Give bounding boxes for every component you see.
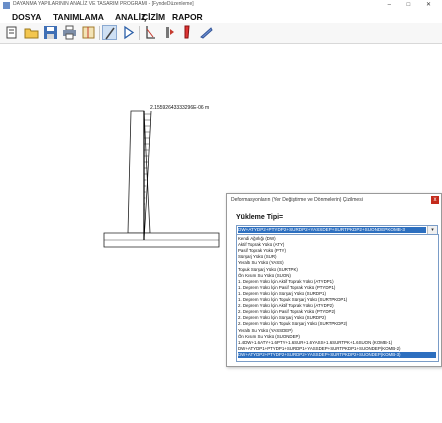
list-item[interactable]: Yeraltı Su Yükü (YASS) <box>238 260 436 266</box>
list-item[interactable]: Ön Kısım Su Yükü (SUONDEP) <box>238 334 436 340</box>
play-icon[interactable] <box>121 25 136 40</box>
menu-bar: DOSYA TANIMLAMA ANALİZ ÇİZİM RAPOR <box>0 11 442 23</box>
deformation-dialog: Deformasyonların (Yer Değiştirme ve Dönm… <box>226 193 442 367</box>
load-type-label: Yükleme Tipi= <box>236 214 284 221</box>
drawing-icon[interactable] <box>199 25 214 40</box>
print-icon[interactable] <box>62 25 77 40</box>
window-title: DAYANMA YAPILARININ ANALİZ VE TASARIM PR… <box>13 1 194 7</box>
open-folder-icon[interactable] <box>24 25 39 40</box>
menu-cizim[interactable]: ÇİZİM <box>142 12 165 22</box>
list-item[interactable]: 1. Deprem Yükü İçin Topuk Sürşarj Yükü (… <box>238 297 436 303</box>
deformation-label: 2.15592643333296E-06 m <box>150 105 209 111</box>
select-pointer-icon[interactable] <box>102 25 117 40</box>
list-item[interactable]: 1.4DW+1.6ATY+1.6PTY+1.6SUR+1.6YASS+1.6SU… <box>238 340 436 346</box>
list-item[interactable]: Topuk Sürşarj Yükü (SURTPK) <box>238 267 436 273</box>
wall-stem <box>127 110 151 234</box>
menu-rapor[interactable]: RAPOR <box>172 12 203 22</box>
list-item[interactable]: Yeraltı Su Yükü (YASSDEP) <box>238 328 436 334</box>
list-item[interactable]: Aktif Toprak Yükü (ATY) <box>238 242 436 248</box>
list-item[interactable]: 2. Deprem Yükü İçin Sürşarj Yükü (SURDP2… <box>238 315 436 321</box>
list-item[interactable]: 2. Deprem Yükü İçin Pasif Toprak Yükü (P… <box>238 309 436 315</box>
toolbar <box>0 23 442 44</box>
list-item[interactable]: Sürşarj Yükü (SUR) <box>238 254 436 260</box>
list-item-selected[interactable]: DW+ATYDP2+PTYDP2+SURDP2+YASSDEP+SURTPKDP… <box>238 351 436 358</box>
close-icon[interactable]: x <box>431 196 439 204</box>
reinforcement-icon[interactable] <box>180 25 195 40</box>
list-item[interactable]: 2. Deprem Yükü İçin Topuk Sürşarj Yükü (… <box>238 321 436 327</box>
dialog-title: Deformasyonların (Yer Değiştirme ve Dönm… <box>231 197 363 203</box>
list-item[interactable]: 2. Deprem Yükü İçin Aktif Toprak Yükü (A… <box>238 303 436 309</box>
list-item[interactable]: 1. Deprem Yükü İçin Sürşarj Yükü (SURDP1… <box>238 291 436 297</box>
load-type-selected-value: DW+ATYDP2+PTYDP2+SURDP2+YASSDEP+SURTPKDP… <box>238 227 426 233</box>
menu-tanimlama[interactable]: TANIMLAMA <box>53 12 104 22</box>
save-icon[interactable] <box>43 25 58 40</box>
list-item[interactable]: Pasif Toprak Yükü (PTY) <box>238 248 436 254</box>
window-controls[interactable]: – □ ✕ <box>388 1 438 8</box>
list-item[interactable]: Kendi Ağırlığı (DW) <box>238 236 436 242</box>
chevron-down-icon[interactable]: ▾ <box>427 226 437 234</box>
stabilize-icon[interactable] <box>161 25 176 40</box>
app-icon <box>3 2 10 9</box>
list-item[interactable]: DW+ATYDP1+PTYDP1+SURDP1+YASSDEP+SURTPKDP… <box>238 346 436 352</box>
analysis-icon[interactable] <box>142 25 157 40</box>
load-type-dropdown-list: Kendi Ağırlığı (DW) Aktif Toprak Yükü (A… <box>236 234 439 362</box>
wall-model-icon[interactable] <box>81 25 96 40</box>
list-item[interactable]: Ön Kısım Su Yükü (SUON) <box>238 273 436 279</box>
list-item[interactable]: 1. Deprem Yükü İçin Aktif Toprak Yükü (A… <box>238 279 436 285</box>
list-item[interactable]: 1. Deprem Yükü İçin Pasif Toprak Yükü (P… <box>238 285 436 291</box>
menu-dosya[interactable]: DOSYA <box>12 12 41 22</box>
new-file-icon[interactable] <box>4 25 19 40</box>
